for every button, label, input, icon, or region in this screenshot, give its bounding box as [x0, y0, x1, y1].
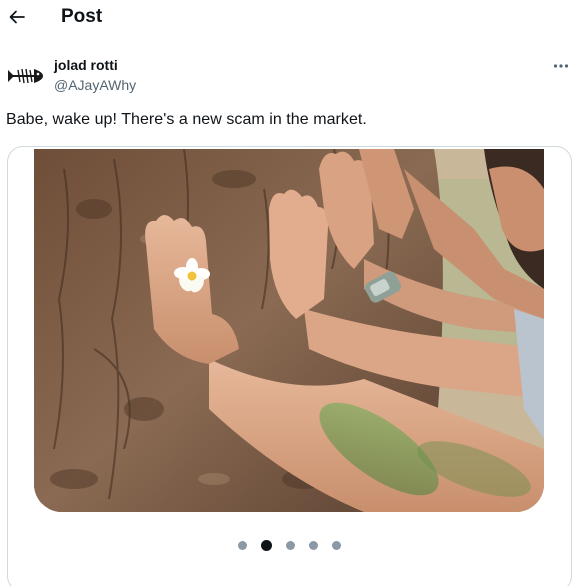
more-horizontal-icon: [553, 64, 569, 68]
back-button[interactable]: [4, 4, 30, 30]
carousel-dot-active[interactable]: [261, 539, 272, 551]
post-author-row: jolad rotti @AJayAWhy: [0, 52, 582, 96]
carousel-indicator: [8, 537, 571, 553]
author-handle[interactable]: @AJayAWhy: [54, 77, 136, 93]
page-title: Post: [61, 6, 103, 27]
more-options-button[interactable]: [548, 58, 574, 74]
carousel-dot[interactable]: [286, 540, 295, 550]
carousel-dot[interactable]: [238, 540, 247, 550]
carousel-dot[interactable]: [332, 540, 341, 550]
avatar[interactable]: [6, 64, 44, 88]
fish-skeleton-icon: [8, 68, 43, 84]
post-image[interactable]: [34, 149, 544, 512]
post-text: Babe, wake up! There's a new scam in the…: [6, 111, 367, 128]
carousel-dot[interactable]: [309, 540, 318, 550]
media-card: [7, 146, 572, 586]
arrow-left-icon: [9, 10, 25, 24]
author-name[interactable]: jolad rotti: [54, 57, 118, 73]
post-header: Post: [0, 0, 582, 36]
tree-bark-hands-photo: [34, 149, 544, 512]
